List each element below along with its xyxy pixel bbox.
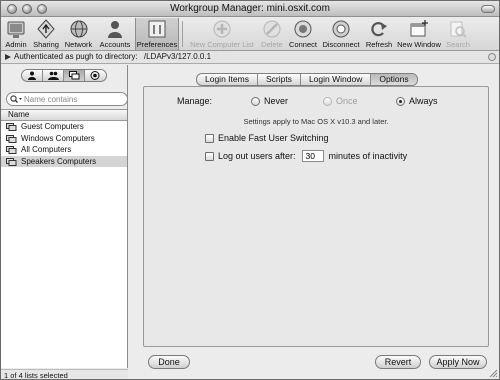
list-item-selected[interactable]: Speakers Computers bbox=[1, 155, 127, 168]
left-panel: Name Guest Computers Windows Computers A… bbox=[1, 65, 128, 379]
accounts-button[interactable]: Accounts bbox=[96, 18, 134, 50]
delete-button[interactable]: Delete bbox=[258, 18, 286, 50]
manage-once-radio[interactable]: Once bbox=[323, 96, 358, 106]
preferences-button[interactable]: Preferences bbox=[135, 18, 179, 50]
account-type-selector bbox=[21, 69, 107, 82]
preferences-panel: Login Items Scripts Login Window Options… bbox=[129, 65, 499, 379]
new-window-icon bbox=[410, 20, 428, 37]
admin-icon bbox=[7, 21, 25, 38]
tab-login-items[interactable]: Login Items bbox=[197, 74, 258, 85]
computer-groups-segment[interactable] bbox=[85, 70, 106, 81]
title-bar[interactable]: Workgroup Manager: mini.osxit.com bbox=[1, 1, 499, 17]
admin-button[interactable]: Admin bbox=[1, 18, 31, 50]
tab-options[interactable]: Options bbox=[371, 74, 417, 85]
selection-status: 1 of 4 lists selected bbox=[1, 369, 128, 379]
workgroup-manager-window: Workgroup Manager: mini.osxit.com Admin … bbox=[0, 0, 500, 380]
add-icon bbox=[213, 20, 231, 38]
done-button[interactable]: Done bbox=[148, 355, 190, 369]
network-icon bbox=[70, 20, 87, 38]
auth-status-bar: Authenticated as pugh to directory: /LDA… bbox=[1, 51, 499, 64]
computer-lists-segment[interactable] bbox=[64, 70, 85, 81]
disconnect-button[interactable]: Disconnect bbox=[320, 18, 362, 50]
refresh-button[interactable]: Refresh bbox=[362, 18, 396, 50]
computer-list-icon bbox=[6, 134, 17, 143]
sharing-button[interactable]: Sharing bbox=[31, 18, 61, 50]
user-icon bbox=[28, 71, 36, 80]
search-icon bbox=[10, 95, 22, 103]
os-version-note: Settings apply to Mac OS X v10.3 and lat… bbox=[243, 117, 389, 126]
list-item[interactable]: Windows Computers bbox=[1, 133, 127, 145]
computer-list-icon bbox=[6, 123, 17, 131]
tab-login-window[interactable]: Login Window bbox=[301, 74, 372, 85]
refresh-icon bbox=[371, 22, 387, 37]
disclosure-triangle-icon[interactable] bbox=[4, 53, 12, 61]
sharing-icon bbox=[37, 19, 55, 39]
users-segment[interactable] bbox=[22, 70, 43, 81]
search-field[interactable] bbox=[6, 92, 128, 106]
directory-path: /LDAPv3/127.0.0.1 bbox=[143, 52, 212, 61]
group-icon bbox=[48, 71, 59, 80]
name-column-header[interactable]: Name bbox=[1, 110, 127, 121]
resize-handle-icon[interactable] bbox=[489, 369, 498, 378]
revert-button[interactable]: Revert bbox=[375, 355, 421, 369]
lock-icon[interactable] bbox=[488, 53, 496, 61]
connect-button[interactable]: Connect bbox=[286, 18, 320, 50]
options-pane: Manage: Never Once Always Settings apply… bbox=[143, 86, 489, 347]
computer-list-table: Name Guest Computers Windows Computers A… bbox=[1, 109, 127, 368]
preference-tabs: Login Items Scripts Login Window Options bbox=[196, 73, 418, 86]
toolbar-toggle-button[interactable] bbox=[481, 5, 495, 13]
fast-user-switching-checkbox[interactable]: Enable Fast User Switching bbox=[205, 133, 329, 143]
computer-list-icon bbox=[6, 146, 17, 155]
new-window-button[interactable]: New Window bbox=[396, 18, 442, 50]
new-computer-list-button[interactable]: New Computer List bbox=[186, 18, 258, 50]
connect-icon bbox=[294, 20, 312, 38]
computer-list-icon bbox=[69, 71, 80, 80]
logout-checkbox[interactable]: Log out users after: minutes of inactivi… bbox=[205, 150, 407, 162]
disconnect-icon bbox=[332, 20, 350, 38]
list-item[interactable]: All Computers bbox=[1, 144, 127, 156]
window-title: Workgroup Manager: mini.osxit.com bbox=[170, 3, 330, 14]
preferences-icon bbox=[148, 20, 166, 38]
toolbar: Admin Sharing Network Accounts Preferenc… bbox=[1, 17, 499, 51]
network-button[interactable]: Network bbox=[61, 18, 96, 50]
toolbar-separator bbox=[182, 21, 183, 47]
accounts-icon bbox=[108, 21, 122, 38]
manage-label: Manage: bbox=[177, 96, 213, 106]
search-button[interactable]: Search bbox=[442, 18, 474, 50]
auth-prefix: Authenticated as pugh to directory: bbox=[14, 52, 138, 61]
search-icon bbox=[450, 21, 467, 38]
apply-now-button[interactable]: Apply Now bbox=[429, 355, 487, 369]
computer-list-icon bbox=[6, 157, 17, 166]
target-icon bbox=[90, 71, 100, 80]
manage-never-radio[interactable]: Never bbox=[251, 96, 288, 106]
groups-segment[interactable] bbox=[43, 70, 64, 81]
tab-scripts[interactable]: Scripts bbox=[258, 74, 301, 85]
delete-icon bbox=[263, 20, 281, 38]
logout-minutes-field[interactable] bbox=[301, 150, 324, 162]
list-item[interactable]: Guest Computers bbox=[1, 121, 127, 133]
search-input[interactable] bbox=[24, 94, 124, 104]
manage-always-radio[interactable]: Always bbox=[396, 96, 438, 106]
